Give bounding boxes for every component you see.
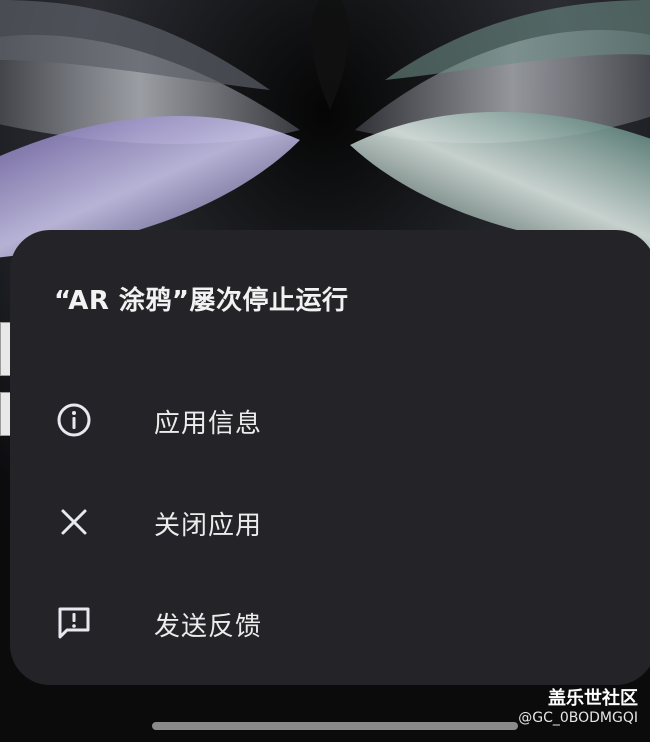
dialog-title: “AR 涂鸦”屡次停止运行 (54, 286, 349, 316)
app-info-label: 应用信息 (154, 409, 263, 439)
close-icon (61, 509, 87, 535)
info-icon (57, 403, 91, 437)
watermark-title: 盖乐世社区 (548, 688, 638, 709)
feedback-icon (58, 607, 90, 639)
send-feedback-button[interactable]: 发送反馈 (10, 578, 640, 668)
gesture-navigation-handle[interactable] (152, 722, 518, 730)
close-app-button[interactable]: 关闭应用 (10, 477, 640, 567)
close-app-label: 关闭应用 (154, 511, 263, 541)
app-info-button[interactable]: 应用信息 (10, 375, 640, 465)
watermark-user-id: @GC_0BODMGQI (518, 710, 638, 726)
send-feedback-label: 发送反馈 (154, 612, 263, 642)
crash-dialog: “AR 涂鸦”屡次停止运行 应用信息 关闭应用 发送反馈 (10, 230, 650, 685)
